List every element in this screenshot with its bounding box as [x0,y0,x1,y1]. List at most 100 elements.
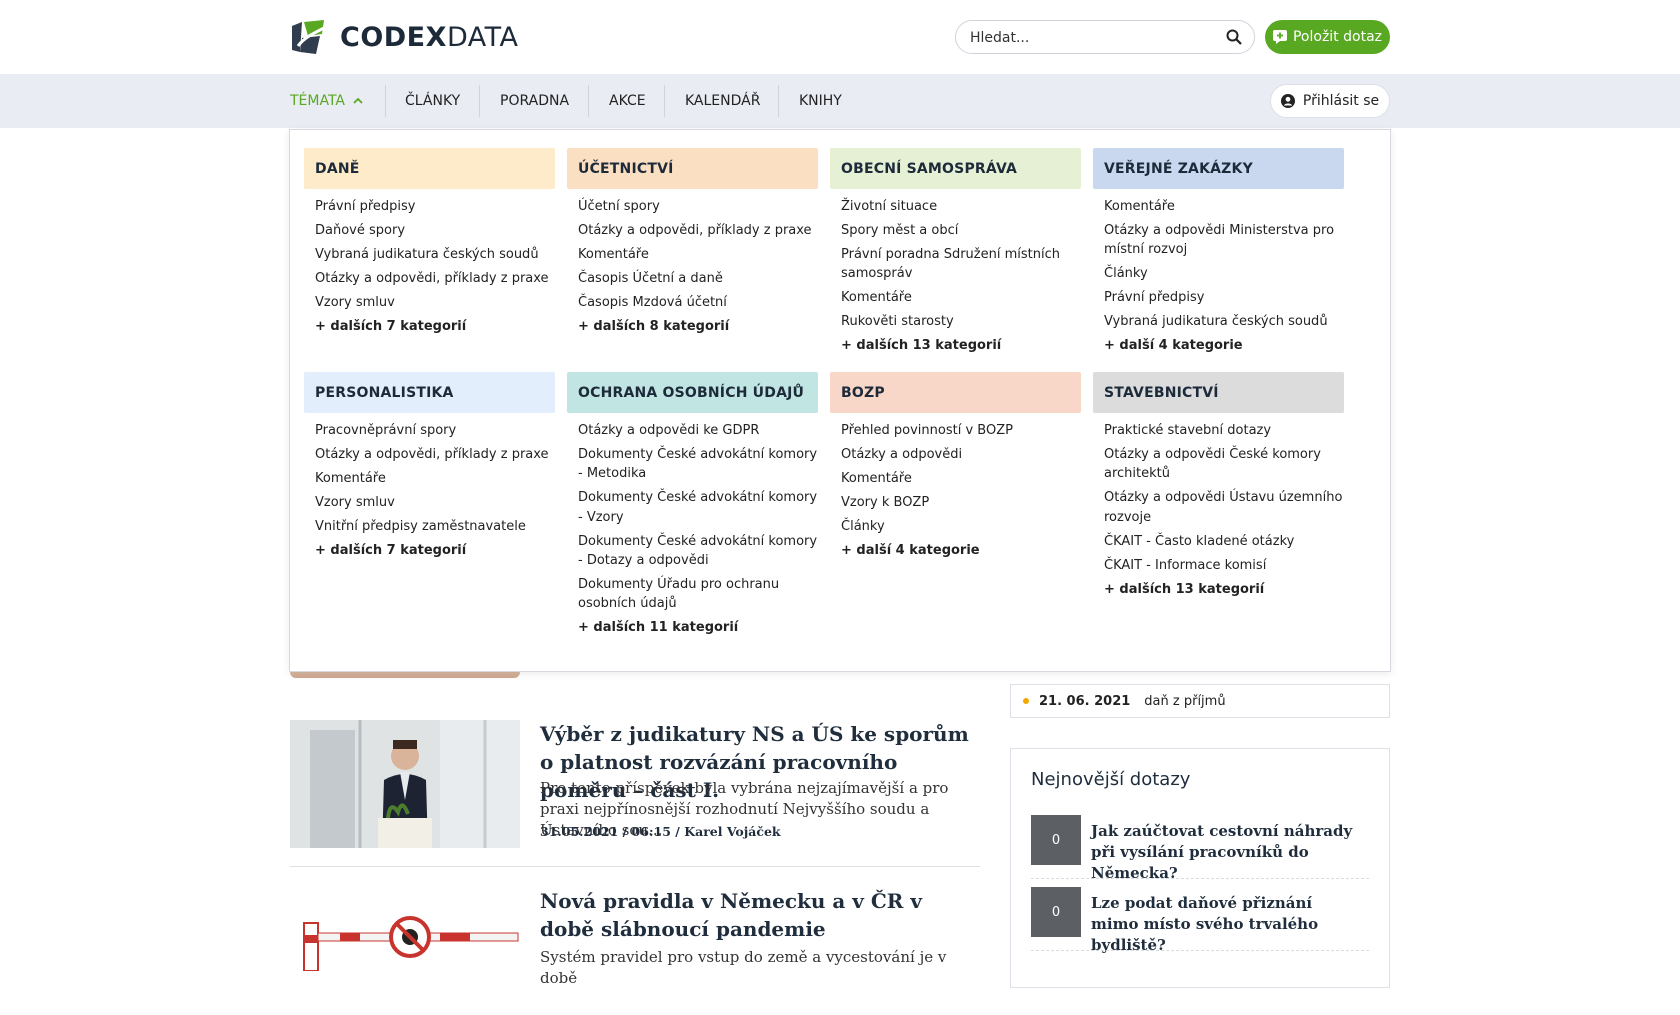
topic-link[interactable]: Účetní spory [578,197,818,216]
deadline-dot [1023,698,1029,704]
topic-link[interactable]: Komentáře [841,469,1081,488]
topic-link[interactable]: Dokumenty České advokátní komory - Vzory [578,488,818,527]
divider [1031,878,1369,879]
topic-category: VEŘEJNÉ ZAKÁZKY Komentáře Otázky a odpověd… [1093,148,1344,360]
topic-link[interactable]: Právní poradna Sdružení místních samospr… [841,245,1081,284]
topic-link[interactable]: Vybraná judikatura českých soudů [315,245,555,264]
topic-link[interactable]: Dokumenty Úřadu pro ochranu osobních úda… [578,575,818,614]
topic-category: OBECNÍ SAMOSPRÁVA Životní situace Spory mě… [830,148,1081,360]
search-icon[interactable] [1226,29,1242,45]
nav-item-label: PORADNA [500,93,570,109]
topic-category-header[interactable]: ÚČETNICTVÍ [567,148,818,189]
topic-link[interactable]: Vnitřní předpisy zaměstnavatele [315,517,555,536]
topic-link[interactable]: Otázky a odpovědi, příklady z praxe [315,445,555,464]
topic-link[interactable]: Spory měst a obcí [841,221,1081,240]
nav-item-kalendar[interactable]: KALENDÁŘ [665,74,780,128]
topic-link[interactable]: Otázky a odpovědi, příklady z praxe [315,269,555,288]
topic-link[interactable]: Pracovněprávní spory [315,421,555,440]
topic-link[interactable]: ČKAIT - Často kladené otázky [1104,532,1344,551]
answer-count: 0 [1031,815,1081,865]
topic-link[interactable]: Články [841,517,1081,536]
topic-category-header[interactable]: OCHRANA OSOBNÍCH ÚDAJŮ [567,372,818,413]
topic-link[interactable]: Daňové spory [315,221,555,240]
topic-link[interactable]: Komentáře [578,245,818,264]
nav-item-clanky[interactable]: ČLÁNKY [385,74,480,128]
article-item[interactable]: Výběr z judikatury NS a ÚS ke sporům o p… [290,720,980,850]
businessman-photo [290,720,520,848]
topic-link[interactable]: Vzory k BOZP [841,493,1081,512]
more-categories-link[interactable]: + dalších 7 kategorií [315,541,555,560]
chat-plus-icon [1272,30,1287,44]
article-meta: 31.05.2021 / 06:15 / Karel Vojáček [540,824,781,839]
topic-link[interactable]: Dokumenty České advokátní komory - Dotaz… [578,532,818,571]
nav-item-temata[interactable]: TÉMATA [270,74,383,128]
nav-item-label: KNIHY [799,93,842,109]
topic-link[interactable]: Komentáře [315,469,555,488]
topic-category-header[interactable]: PERSONALISTIKA [304,372,555,413]
question-title[interactable]: Jak zaúčtovat cestovní náhrady při vysíl… [1091,821,1361,884]
ask-question-button[interactable]: Položit dotaz [1265,20,1390,54]
topic-link[interactable]: Komentáře [841,288,1081,307]
article-item[interactable]: Nová pravidla v Německu a v ČR v době sl… [290,887,980,987]
topic-link[interactable]: Praktické stavební dotazy [1104,421,1344,440]
article-title[interactable]: Nová pravidla v Německu a v ČR v době sl… [540,887,980,943]
more-categories-link[interactable]: + další 4 kategorie [841,541,1081,560]
topic-link[interactable]: Rukověti starosty [841,312,1081,331]
topic-link[interactable]: Časopis Účetní a daně [578,269,818,288]
topic-category-header[interactable]: DANĚ [304,148,555,189]
latest-questions: Nejnovější dotazy 0 Jak zaúčtovat cestov… [1010,748,1390,988]
topic-link[interactable]: Otázky a odpovědi Ústavu územního rozvoj… [1104,488,1344,527]
search-input[interactable] [968,27,1208,49]
more-categories-link[interactable]: + dalších 13 kategorií [841,336,1081,355]
topic-category-header[interactable]: OBECNÍ SAMOSPRÁVA [830,148,1081,189]
topic-link[interactable]: Články [1104,264,1344,283]
more-categories-link[interactable]: + dalších 13 kategorií [1104,580,1344,599]
topic-category-header[interactable]: VEŘEJNÉ ZAKÁZKY [1093,148,1344,189]
question-title[interactable]: Lze podat daňové přiznání mimo místo své… [1091,893,1361,956]
question-item[interactable]: 0 Lze podat daňové přiznání mimo místo s… [1031,887,1369,957]
user-icon [1280,94,1295,108]
topic-category: PERSONALISTIKA Pracovněprávní spory Otázky… [304,372,555,565]
topic-link[interactable]: Otázky a odpovědi České komory architekt… [1104,445,1344,484]
topic-link[interactable]: Právní předpisy [1104,288,1344,307]
topic-link[interactable]: Otázky a odpovědi [841,445,1081,464]
logo[interactable]: CODEXDATA [290,20,519,54]
topic-link[interactable]: Přehled povinností v BOZP [841,421,1081,440]
article-image[interactable] [290,720,520,848]
topic-category-header[interactable]: BOZP [830,372,1081,413]
nav-item-poradna[interactable]: PORADNA [480,74,589,128]
topic-link[interactable]: Životní situace [841,197,1081,216]
topic-link[interactable]: Vzory smluv [315,493,555,512]
topic-link[interactable]: Otázky a odpovědi Ministerstva pro místn… [1104,221,1344,260]
topic-category: STAVEBNICTVÍ Praktické stavební dotazy Otá… [1093,372,1344,604]
topic-link[interactable]: Komentáře [1104,197,1344,216]
topic-link[interactable]: Otázky a odpovědi, příklady z praxe [578,221,818,240]
ask-question-label: Položit dotaz [1292,29,1382,45]
more-categories-link[interactable]: + dalších 8 kategorií [578,317,818,336]
topic-category-header[interactable]: STAVEBNICTVÍ [1093,372,1344,413]
nav-item-akce[interactable]: AKCE [589,74,666,128]
article-image[interactable] [290,887,520,1015]
topic-link[interactable]: Časopis Mzdová účetní [578,293,818,312]
more-categories-link[interactable]: + dalších 7 kategorií [315,317,555,336]
topic-link[interactable]: Vzory smluv [315,293,555,312]
nav-item-label: ČLÁNKY [405,93,461,109]
more-categories-link[interactable]: + dalších 11 kategorií [578,618,818,637]
topic-category: OCHRANA OSOBNÍCH ÚDAJŮ Otázky a odpovědi … [567,372,818,642]
chevron-up-icon [353,97,363,104]
nav-item-knihy[interactable]: KNIHY [779,74,862,128]
topic-link[interactable]: Otázky a odpovědi ke GDPR [578,421,818,440]
topic-link[interactable]: Právní předpisy [315,197,555,216]
barrier-photo [290,887,520,972]
topic-link[interactable]: Dokumenty České advokátní komory - Metod… [578,445,818,484]
topic-link-list: Pracovněprávní spory Otázky a odpovědi, p… [304,413,555,560]
topic-link[interactable]: Vybraná judikatura českých soudů [1104,312,1344,331]
search-box[interactable] [955,20,1255,54]
deadline-item[interactable]: 21. 06. 2021 daň z příjmů [1010,684,1390,718]
header: CODEXDATA Položit dotaz [0,0,1680,74]
answer-count: 0 [1031,887,1081,937]
login-button[interactable]: Přihlásit se [1270,84,1390,118]
more-categories-link[interactable]: + další 4 kategorie [1104,336,1344,355]
topic-link[interactable]: ČKAIT - Informace komisí [1104,556,1344,575]
question-item[interactable]: 0 Jak zaúčtovat cestovní náhrady při vys… [1031,815,1369,885]
